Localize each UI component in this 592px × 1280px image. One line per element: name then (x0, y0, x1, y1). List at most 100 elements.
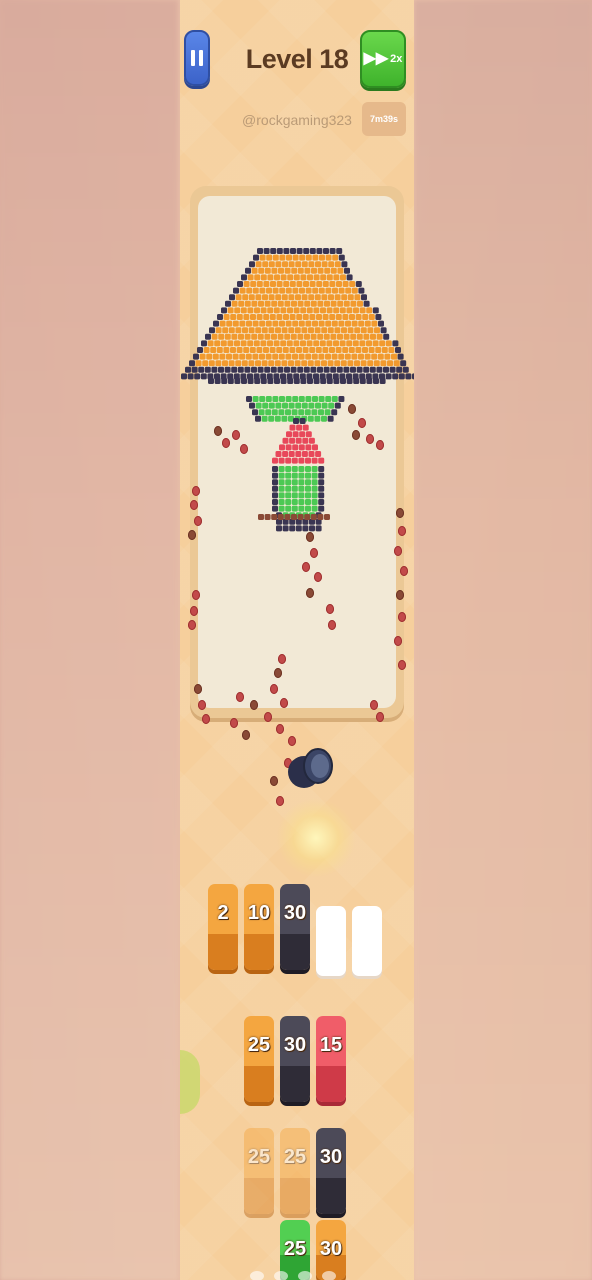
pixel (342, 347, 349, 353)
pixel (281, 294, 288, 301)
pixel (326, 340, 333, 347)
pixel (194, 373, 201, 380)
pixel (231, 366, 238, 373)
queue-slot[interactable]: 30 (280, 884, 310, 970)
pixel (282, 525, 289, 532)
pixel (278, 457, 285, 464)
pixel (320, 307, 326, 314)
shooter-block[interactable]: 30 (280, 1016, 310, 1102)
ant (280, 698, 288, 708)
pixel (305, 499, 311, 505)
pixel (250, 281, 257, 287)
pixel (198, 366, 205, 373)
pixel (316, 281, 323, 287)
queue-slot[interactable]: 2 (208, 884, 238, 970)
pixel (263, 281, 270, 287)
pixel (298, 466, 305, 472)
pixel (201, 340, 207, 347)
queue-slot-empty[interactable] (352, 906, 382, 976)
pixel (285, 492, 292, 499)
pixel (238, 333, 244, 340)
pixel (215, 327, 222, 334)
pixel (275, 294, 282, 301)
pixel (341, 261, 348, 268)
pixel (302, 424, 309, 431)
pixel (271, 409, 278, 416)
pixel (253, 254, 259, 261)
ant (398, 612, 406, 622)
pixel (361, 294, 367, 301)
pixel (298, 320, 305, 327)
pixel (268, 327, 275, 334)
shooter-block[interactable]: 25 (244, 1016, 274, 1102)
pixel (202, 360, 209, 367)
queue-slot[interactable]: 10 (244, 884, 274, 970)
pixel (313, 274, 320, 281)
pixel (258, 267, 265, 274)
pixel (278, 267, 284, 274)
pixel (310, 366, 317, 373)
pixel (285, 466, 292, 472)
pixel (181, 373, 187, 380)
pixel (272, 254, 279, 261)
pixel (267, 378, 274, 384)
pixel (381, 347, 388, 353)
pixel (312, 254, 319, 261)
queue-slot-empty[interactable] (316, 906, 346, 976)
shooter-block[interactable]: 15 (316, 1016, 346, 1102)
pixel (356, 366, 363, 373)
pixel (328, 402, 335, 409)
pixel (197, 347, 203, 353)
pixel (295, 437, 302, 444)
pixel (347, 327, 354, 334)
pixel (371, 353, 378, 360)
pixel (331, 409, 338, 416)
pixel (384, 353, 391, 360)
pixel (304, 514, 311, 520)
pixel (251, 267, 258, 274)
pixel (211, 366, 218, 373)
pixel (291, 409, 298, 416)
pixel (304, 300, 311, 307)
pixel (324, 300, 330, 307)
pixel (357, 300, 363, 307)
pixel (305, 472, 311, 479)
pixel (245, 353, 252, 360)
pixel (302, 437, 309, 444)
pixel (271, 267, 278, 274)
pixel (328, 261, 335, 268)
pixel (247, 274, 254, 281)
pixel (304, 267, 311, 274)
pixel (271, 300, 278, 307)
pixel (233, 287, 239, 294)
ant (192, 486, 200, 496)
pixel (311, 457, 318, 464)
pixel (318, 472, 325, 479)
pixel (308, 451, 315, 457)
pixel (333, 340, 339, 347)
pixel (330, 333, 337, 340)
pixel (298, 479, 305, 486)
pixel (412, 373, 414, 380)
pixel (318, 505, 325, 512)
pixel (338, 396, 345, 402)
pixel (239, 353, 246, 360)
ant (230, 718, 238, 728)
shooter-block[interactable]: 25 (280, 1128, 310, 1214)
shooter-block[interactable]: 30 (316, 1128, 346, 1214)
ant (328, 620, 336, 630)
pixel (311, 267, 317, 274)
pixel (339, 340, 346, 347)
pixel (305, 431, 312, 438)
shooter-block[interactable]: 25 (244, 1128, 274, 1214)
pixel (222, 327, 229, 334)
pixel (240, 340, 247, 347)
pixel (210, 347, 217, 353)
pixel (305, 320, 312, 327)
pixel (272, 472, 278, 479)
pixel (261, 327, 268, 334)
pixel (299, 287, 305, 294)
pixel (266, 254, 273, 261)
pixel (337, 333, 343, 340)
pixel (285, 409, 291, 416)
